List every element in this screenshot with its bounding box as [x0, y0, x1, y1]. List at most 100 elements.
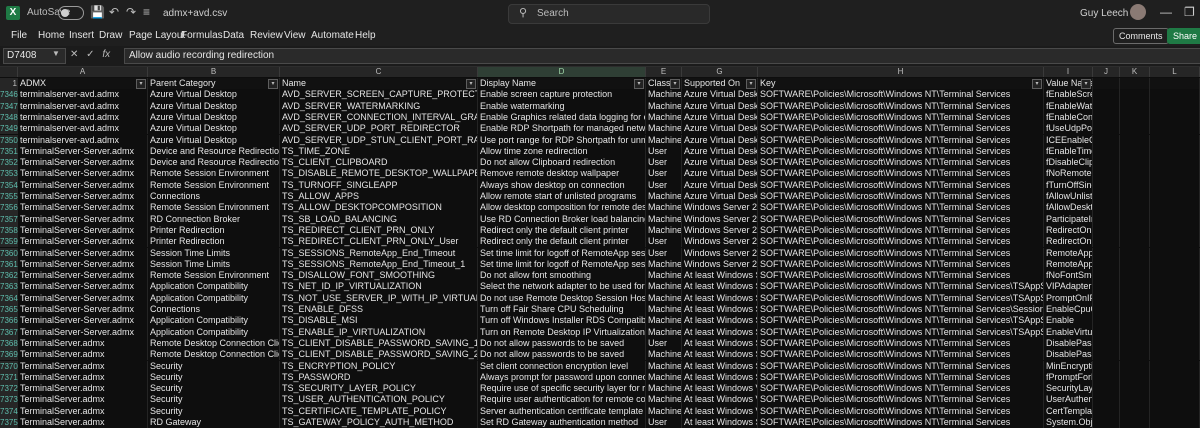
- table-cell[interactable]: SOFTWARE\Policies\Microsoft\Windows NT\T…: [758, 326, 1044, 338]
- table-cell[interactable]: [1120, 179, 1150, 191]
- table-cell[interactable]: Windows Server 2008: [682, 236, 758, 248]
- table-cell[interactable]: Machine: [646, 258, 682, 271]
- table-cell[interactable]: [1120, 134, 1150, 146]
- table-cell[interactable]: SOFTWARE\Policies\Microsoft\Windows NT\T…: [758, 134, 1044, 146]
- table-cell[interactable]: [1093, 304, 1120, 316]
- table-cell[interactable]: TS_ENABLE_DFSS: [280, 304, 478, 316]
- column-header-d[interactable]: D: [478, 67, 646, 77]
- row-number[interactable]: 7348: [0, 111, 18, 124]
- table-cell[interactable]: Use RD Connection Broker load balancing: [478, 213, 646, 225]
- table-cell[interactable]: Windows Server 2008: [682, 213, 758, 225]
- table-cell[interactable]: SOFTWARE\Policies\Microsoft\Windows NT\T…: [758, 292, 1044, 304]
- table-cell[interactable]: At least Windows Serv: [682, 292, 758, 304]
- header-cell[interactable]: Class ▾: [646, 78, 682, 90]
- table-cell[interactable]: RD Connection Broker: [148, 213, 280, 225]
- table-cell[interactable]: [1093, 145, 1120, 158]
- table-cell[interactable]: [1120, 383, 1150, 395]
- table-cell[interactable]: TS_SESSIONS_RemoteApp_End_Timeout: [280, 247, 478, 259]
- table-cell[interactable]: TS_DISABLE_MSI: [280, 315, 478, 327]
- table-cell[interactable]: [1120, 304, 1150, 316]
- table-cell[interactable]: At least Windows Serv: [682, 315, 758, 327]
- table-cell[interactable]: TerminalServer-Server.admx: [18, 326, 148, 338]
- table-cell[interactable]: Redirect only the default client printer: [478, 236, 646, 248]
- table-cell[interactable]: Machine: [646, 123, 682, 135]
- table-cell[interactable]: TS_PASSWORD: [280, 371, 478, 384]
- table-cell[interactable]: SOFTWARE\Policies\Microsoft\Windows NT\T…: [758, 360, 1044, 372]
- table-cell[interactable]: Set RD Gateway authentication method: [478, 417, 646, 428]
- table-cell[interactable]: [1093, 224, 1120, 237]
- enter-icon[interactable]: ✓: [86, 49, 94, 60]
- table-cell[interactable]: terminalserver-avd.admx: [18, 100, 148, 112]
- table-cell[interactable]: Always show desktop on connection: [478, 179, 646, 191]
- table-cell[interactable]: Machine: [646, 224, 682, 237]
- table-cell[interactable]: Remote Session Environment: [148, 179, 280, 191]
- table-cell[interactable]: [1093, 179, 1120, 191]
- table-cell[interactable]: fNoFontSmoothing: [1044, 270, 1093, 282]
- table-cell[interactable]: Security: [148, 405, 280, 417]
- table-cell[interactable]: [1150, 337, 1200, 350]
- table-cell[interactable]: TS_ENABLE_IP_VIRTUALIZATION: [280, 326, 478, 338]
- table-cell[interactable]: TS_DISALLOW_FONT_SMOOTHING: [280, 270, 478, 282]
- row-number[interactable]: 7364: [0, 292, 18, 304]
- table-cell[interactable]: TerminalServer.admx: [18, 371, 148, 384]
- table-cell[interactable]: [1150, 179, 1200, 191]
- table-cell[interactable]: TerminalServer-Server.admx: [18, 247, 148, 259]
- table-cell[interactable]: TerminalServer-Server.admx: [18, 258, 148, 271]
- table-cell[interactable]: [1150, 360, 1200, 372]
- table-cell[interactable]: SecurityLayer: [1044, 383, 1093, 395]
- table-cell[interactable]: Do not allow passwords to be saved: [478, 337, 646, 350]
- table-cell[interactable]: [1150, 100, 1200, 112]
- row-number[interactable]: 7347: [0, 100, 18, 112]
- row-number[interactable]: 7361: [0, 258, 18, 271]
- table-cell[interactable]: [1093, 292, 1120, 304]
- table-cell[interactable]: Windows Server 2008: [682, 224, 758, 237]
- minimize-icon[interactable]: —: [1160, 5, 1172, 19]
- table-cell[interactable]: [1120, 270, 1150, 282]
- table-cell[interactable]: TS_GATEWAY_POLICY_AUTH_METHOD: [280, 417, 478, 428]
- table-cell[interactable]: TS_ALLOW_DESKTOPCOMPOSITION: [280, 202, 478, 214]
- table-cell[interactable]: TerminalServer-Server.admx: [18, 179, 148, 191]
- column-header-g[interactable]: G: [682, 67, 758, 77]
- save-icon[interactable]: 💾: [90, 5, 105, 19]
- table-cell[interactable]: Require user authentication for remote c…: [478, 394, 646, 406]
- row-number[interactable]: 7373: [0, 394, 18, 406]
- header-cell[interactable]: [1120, 78, 1150, 90]
- tab-view[interactable]: View: [284, 30, 306, 41]
- table-cell[interactable]: Session Time Limits: [148, 247, 280, 259]
- table-cell[interactable]: Use port range for RDP Shortpath for unm…: [478, 134, 646, 146]
- header-cell[interactable]: Value Name ▾: [1044, 78, 1093, 90]
- table-cell[interactable]: Machine: [646, 405, 682, 417]
- table-cell[interactable]: Enable Graphics related data logging for…: [478, 111, 646, 124]
- table-cell[interactable]: TerminalServer-Server.admx: [18, 168, 148, 180]
- table-cell[interactable]: [1093, 394, 1120, 406]
- table-cell[interactable]: Machine: [646, 394, 682, 406]
- table-cell[interactable]: AVD_SERVER_UDP_STUN_CLIENT_PORT_RANGE: [280, 134, 478, 146]
- table-cell[interactable]: AVD_SERVER_WATERMARKING: [280, 100, 478, 112]
- table-cell[interactable]: Allow desktop composition for remote des…: [478, 202, 646, 214]
- table-cell[interactable]: Machine: [646, 326, 682, 338]
- table-cell[interactable]: fPromptForPassword: [1044, 371, 1093, 384]
- table-cell[interactable]: [1093, 258, 1120, 271]
- filter-dropdown-icon[interactable]: ▾: [466, 79, 476, 89]
- table-cell[interactable]: [1120, 145, 1150, 158]
- table-cell[interactable]: terminalserver-avd.admx: [18, 89, 148, 101]
- table-cell[interactable]: TerminalServer-Server.admx: [18, 236, 148, 248]
- table-cell[interactable]: Machine: [646, 202, 682, 214]
- table-cell[interactable]: TerminalServer-Server.admx: [18, 191, 148, 203]
- table-cell[interactable]: Application Compatibility: [148, 281, 280, 293]
- table-cell[interactable]: [1093, 157, 1120, 169]
- table-cell[interactable]: Machine: [646, 270, 682, 282]
- column-header-j[interactable]: J: [1093, 67, 1120, 77]
- table-cell[interactable]: [1093, 191, 1120, 203]
- table-cell[interactable]: Machine: [646, 213, 682, 225]
- header-cell[interactable]: [1150, 78, 1200, 90]
- table-cell[interactable]: TerminalServer-Server.admx: [18, 224, 148, 237]
- table-cell[interactable]: Windows Server 2008: [682, 258, 758, 271]
- table-cell[interactable]: Machine: [646, 349, 682, 361]
- row-number[interactable]: 7369: [0, 349, 18, 361]
- table-cell[interactable]: At least Windows Serv: [682, 360, 758, 372]
- search-box[interactable]: ⚲ Search: [508, 4, 710, 24]
- table-cell[interactable]: [1120, 394, 1150, 406]
- table-cell[interactable]: Turn on Remote Desktop IP Virtualization: [478, 326, 646, 338]
- table-cell[interactable]: At least Windows Serv: [682, 371, 758, 384]
